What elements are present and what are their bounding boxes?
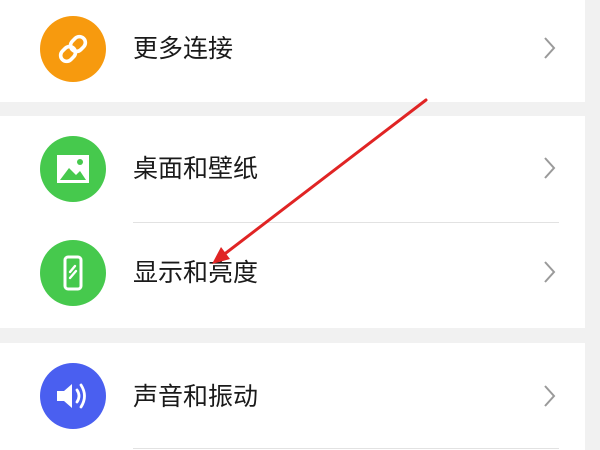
- settings-item-display-brightness[interactable]: 显示和亮度: [0, 224, 585, 324]
- settings-item-label: 桌面和壁纸: [133, 154, 259, 183]
- row-divider: [133, 222, 559, 223]
- row-divider: [133, 448, 559, 449]
- link-icon: [40, 16, 106, 82]
- chevron-right-icon: [544, 37, 556, 59]
- settings-screen: 更多连接 桌面和壁纸 显示和亮度 声音和振动: [0, 0, 600, 450]
- speaker-icon: [40, 363, 106, 429]
- phone-brightness-icon: [40, 240, 106, 306]
- chevron-right-icon: [544, 157, 556, 179]
- settings-group-connections: 更多连接: [0, 0, 585, 102]
- settings-group-display: 桌面和壁纸 显示和亮度: [0, 116, 585, 328]
- screen-edge: [585, 0, 600, 450]
- settings-item-label: 更多连接: [133, 34, 234, 63]
- chevron-right-icon: [544, 385, 556, 407]
- settings-item-label: 声音和振动: [133, 382, 259, 411]
- settings-item-label: 显示和亮度: [133, 258, 259, 287]
- chevron-right-icon: [544, 261, 556, 283]
- settings-item-more-connections[interactable]: 更多连接: [0, 0, 585, 100]
- settings-item-wallpaper[interactable]: 桌面和壁纸: [0, 118, 585, 218]
- settings-group-sound: 声音和振动: [0, 343, 585, 450]
- image-icon: [40, 136, 106, 202]
- settings-item-sound-vibration[interactable]: 声音和振动: [0, 343, 585, 443]
